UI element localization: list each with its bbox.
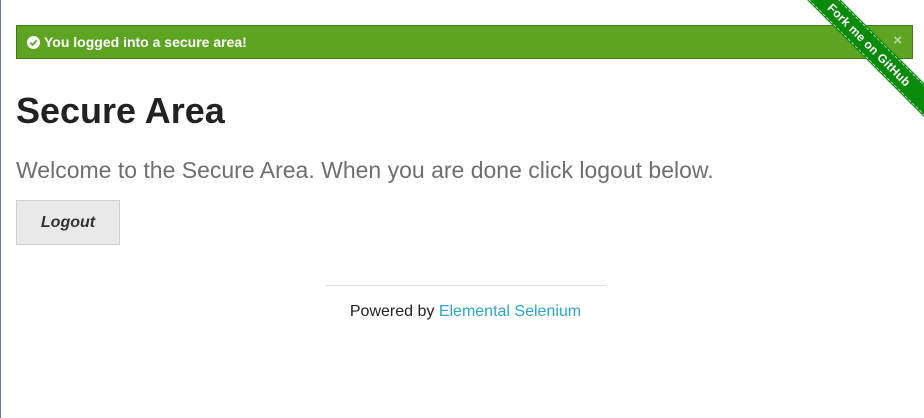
window-left-border <box>0 0 1 418</box>
welcome-subheader: Welcome to the Secure Area. When you are… <box>16 157 714 183</box>
logout-button[interactable]: Logout <box>16 200 120 245</box>
check-circle-icon <box>27 35 40 49</box>
logout-button-label: Logout <box>40 213 96 231</box>
flash-message: You logged into a secure area! <box>44 34 247 50</box>
footer-divider <box>326 285 605 286</box>
page-title: Secure Area <box>16 90 225 131</box>
fork-me-on-github-ribbon[interactable]: Fork me on GitHub <box>793 0 924 127</box>
footer: Powered by Elemental Selenium <box>0 303 924 321</box>
github-ribbon-container: Fork me on GitHub <box>774 0 924 150</box>
footer-prefix: Powered by <box>349 303 439 320</box>
elemental-selenium-link[interactable]: Elemental Selenium <box>439 303 581 320</box>
